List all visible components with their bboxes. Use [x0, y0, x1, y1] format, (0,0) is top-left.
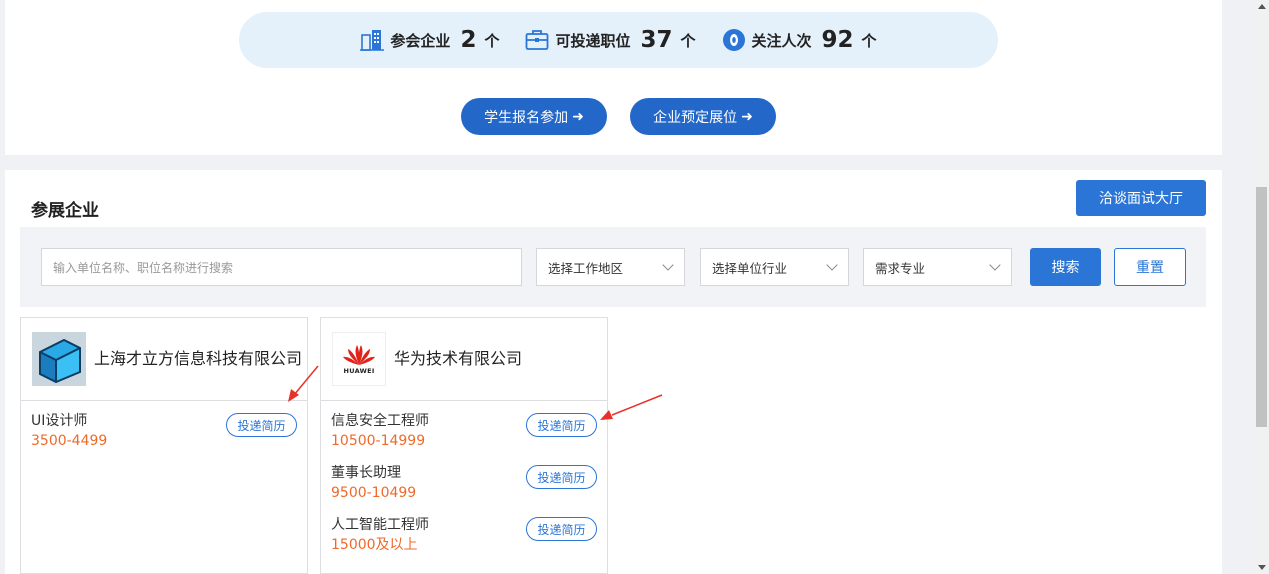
stat-positions-unit: 个: [680, 31, 696, 50]
chevron-down-icon: [826, 258, 838, 271]
major-select-label: 需求专业: [875, 260, 926, 276]
company-card: 上海才立方信息科技有限公司 UI设计师 3500-4499 投递简历: [20, 317, 308, 574]
reset-button[interactable]: 重置: [1114, 248, 1186, 286]
stat-positions: 可投递职位 37 个: [525, 27, 696, 53]
search-button[interactable]: 搜索: [1030, 248, 1101, 286]
stat-views-unit: 个: [861, 31, 877, 50]
job-list: 信息安全工程师 10500-14999 投递简历 董事长助理 9500-1049…: [321, 401, 607, 567]
job-item[interactable]: 信息安全工程师 10500-14999 投递简历: [331, 411, 597, 463]
industry-select-label: 选择单位行业: [712, 260, 788, 276]
company-booth-button[interactable]: 企业预定展位 ➜: [630, 98, 776, 135]
apply-resume-button[interactable]: 投递简历: [226, 413, 297, 437]
filter-bar: 输入单位名称、职位名称进行搜索 选择工作地区 选择单位行业 需求专业 搜索 重置: [20, 227, 1206, 307]
apply-resume-button[interactable]: 投递简历: [526, 413, 597, 437]
scroll-down-icon[interactable]: [1258, 565, 1266, 570]
job-item[interactable]: UI设计师 3500-4499 投递简历: [31, 411, 297, 463]
company-logo: HUAWEI: [332, 332, 386, 386]
section-title: 参展企业: [31, 201, 99, 221]
stat-positions-count: 37: [640, 27, 673, 53]
chevron-down-icon: [989, 258, 1001, 271]
cube-logo-icon: [39, 338, 81, 384]
scroll-up-icon[interactable]: [1258, 4, 1266, 9]
vertical-scrollbar[interactable]: [1254, 0, 1269, 574]
company-card-header[interactable]: 上海才立方信息科技有限公司: [21, 318, 307, 401]
arrow-right-icon: ➜: [572, 108, 584, 124]
stat-companies-unit: 个: [484, 31, 500, 50]
stat-views-label: 关注人次: [751, 31, 812, 50]
stat-views-count: 92: [821, 27, 854, 53]
region-select[interactable]: 选择工作地区: [536, 248, 685, 286]
company-card-header[interactable]: HUAWEI 华为技术有限公司: [321, 318, 607, 401]
job-list: UI设计师 3500-4499 投递简历: [21, 401, 307, 463]
apply-resume-button[interactable]: 投递简历: [526, 517, 597, 541]
industry-select[interactable]: 选择单位行业: [700, 248, 849, 286]
scroll-thumb[interactable]: [1256, 187, 1267, 427]
huawei-logo-text: HUAWEI: [343, 366, 375, 375]
huawei-petal-icon: [343, 344, 375, 365]
stat-positions-label: 可投递职位: [555, 31, 631, 50]
stat-companies-count: 2: [460, 27, 477, 53]
chevron-down-icon: [662, 258, 674, 271]
stat-companies-label: 参会企业: [390, 31, 451, 50]
company-name[interactable]: 上海才立方信息科技有限公司: [94, 348, 302, 370]
student-signup-button[interactable]: 学生报名参加 ➜: [461, 98, 607, 135]
company-booth-label: 企业预定展位: [653, 108, 738, 125]
company-logo: [32, 332, 86, 386]
company-name[interactable]: 华为技术有限公司: [394, 348, 522, 370]
stat-views: 关注人次 92 个: [722, 27, 877, 53]
student-signup-label: 学生报名参加: [484, 108, 569, 125]
search-input[interactable]: 输入单位名称、职位名称进行搜索: [41, 248, 522, 286]
region-select-label: 选择工作地区: [548, 260, 624, 276]
stat-companies: 参会企业 2 个: [360, 27, 499, 53]
job-item[interactable]: 董事长助理 9500-10499 投递简历: [331, 463, 597, 515]
interview-hall-button[interactable]: 洽谈面试大厅: [1076, 180, 1206, 216]
exhibitors-panel: 参展企业 洽谈面试大厅 输入单位名称、职位名称进行搜索 选择工作地区 选择单位行…: [5, 170, 1222, 574]
job-item[interactable]: 人工智能工程师 15000及以上 投递简历: [331, 515, 597, 567]
company-card: HUAWEI 华为技术有限公司 信息安全工程师 10500-14999 投递简历…: [320, 317, 608, 574]
building-icon: [360, 29, 385, 51]
stats-bar: 参会企业 2 个 可投递职位 37 个 关注人次 92 个: [239, 12, 998, 68]
eye-icon: [722, 28, 746, 52]
briefcase-icon: [525, 29, 549, 51]
major-select[interactable]: 需求专业: [863, 248, 1012, 286]
stats-panel: 参会企业 2 个 可投递职位 37 个 关注人次 92 个 学生报名参加 ➜ 企…: [5, 0, 1222, 155]
arrow-right-icon: ➜: [741, 108, 753, 124]
apply-resume-button[interactable]: 投递简历: [526, 465, 597, 489]
